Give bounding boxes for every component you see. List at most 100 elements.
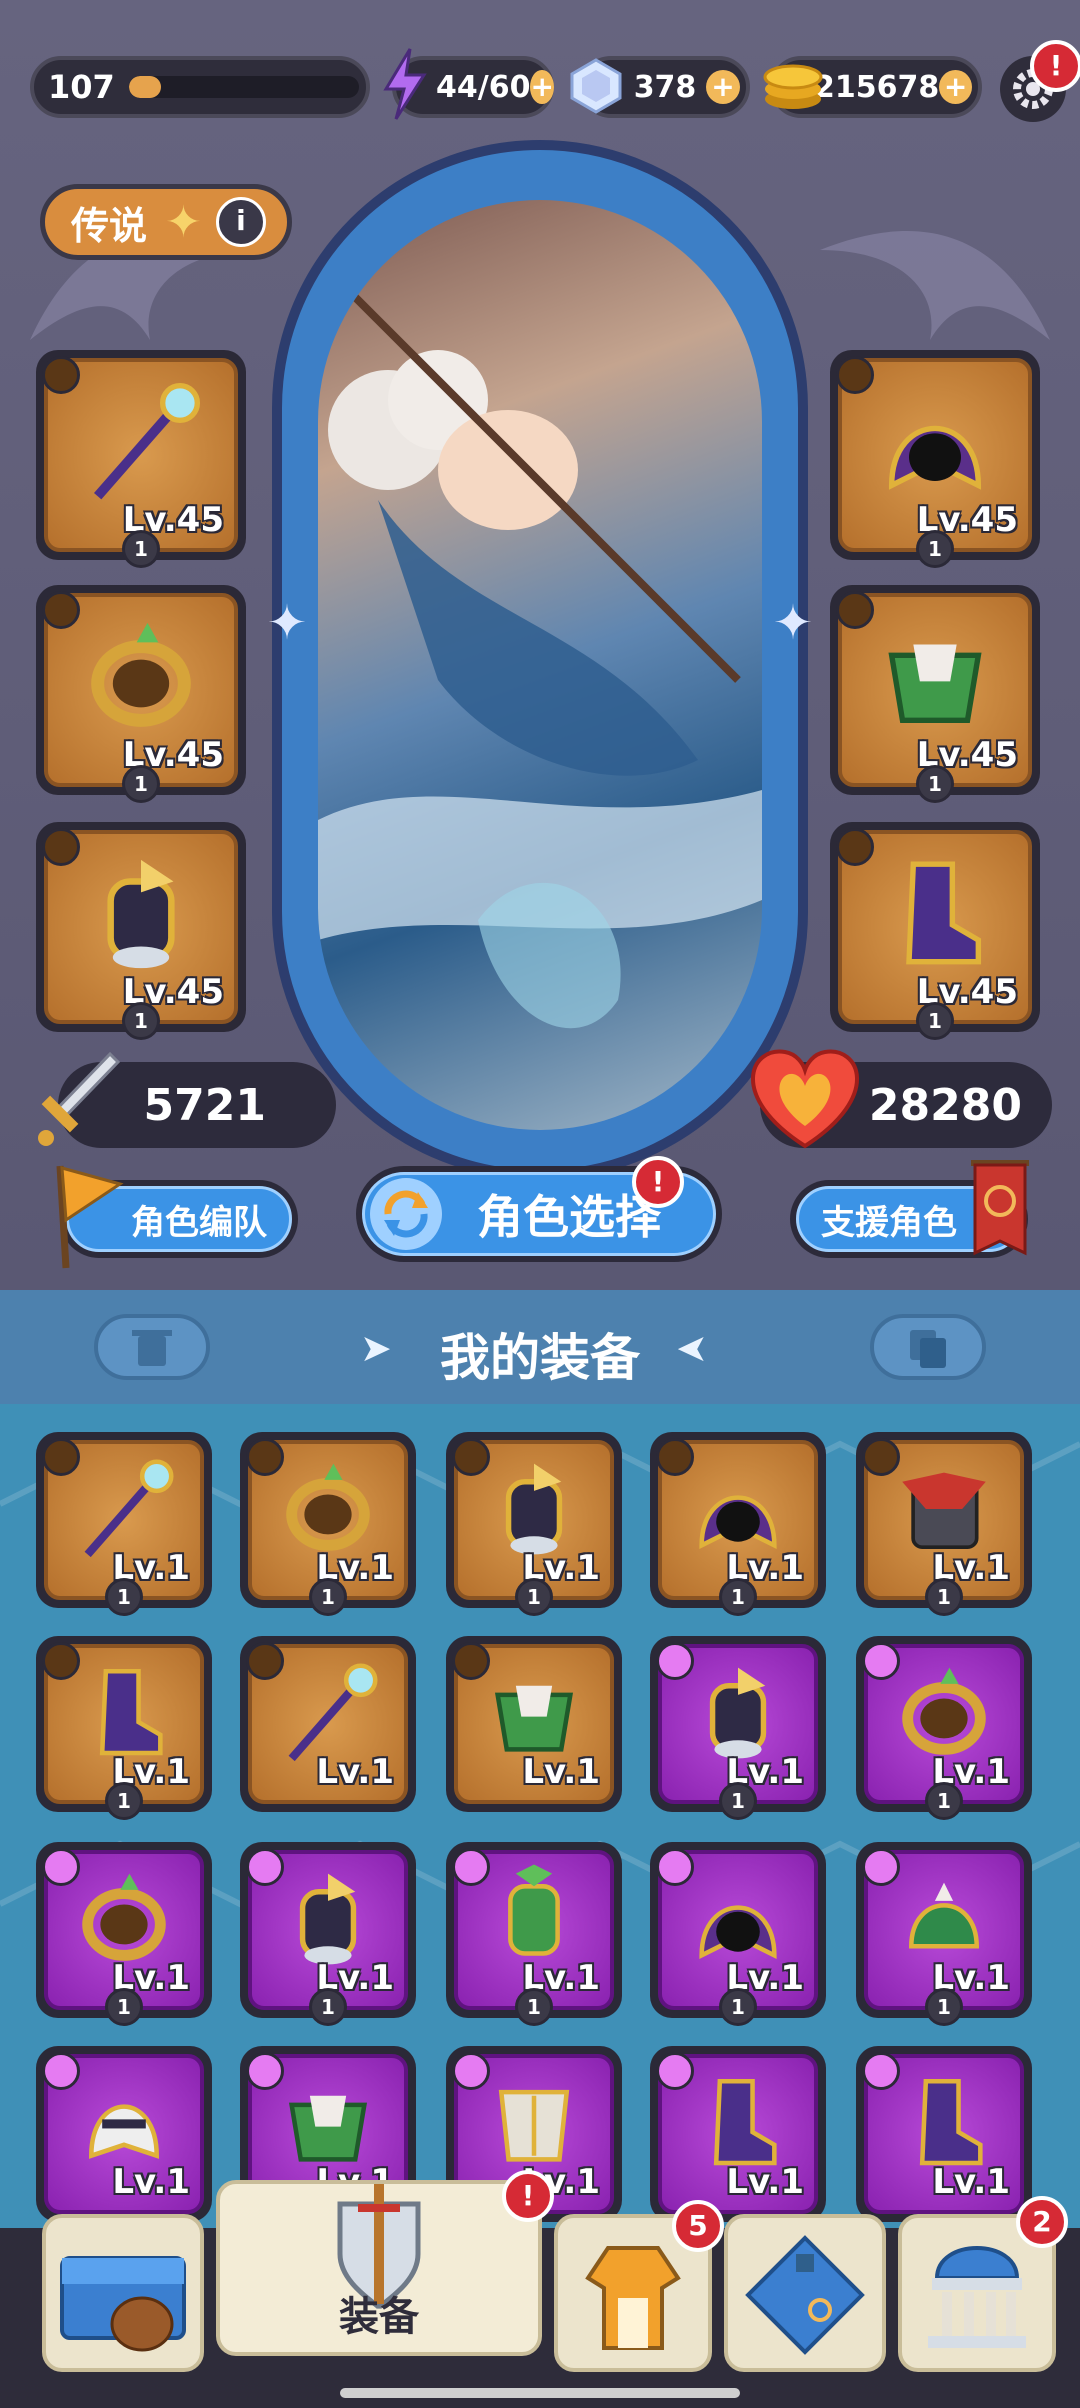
equipment-slot-frame: Lv.1 1	[42, 1642, 204, 1820]
gem-plus-button[interactable]: +	[706, 70, 740, 104]
equipment-slot[interactable]: Lv.1 1	[856, 1432, 1032, 1616]
equipment-level: Lv.1	[112, 2162, 190, 2202]
equipment-slot[interactable]: Lv.1 1	[36, 1636, 212, 1820]
nav-skill-board-button[interactable]	[724, 2214, 886, 2372]
gold-plus-button[interactable]: +	[939, 70, 972, 104]
lightning-icon	[380, 46, 430, 122]
treasure-chest-icon	[60, 2256, 186, 2352]
equipment-slot[interactable]: Lv.45 1	[830, 350, 1040, 568]
sparkle-icon: ✦	[165, 196, 202, 248]
nav-equipment-button[interactable]: 装备	[216, 2180, 542, 2356]
equipment-slot-frame: Lv.45 1	[42, 591, 238, 803]
hp-value: 28280	[868, 1079, 1022, 1131]
inventory-grid: Lv.1 1 Lv.1 1 Lv.1 1 Lv.1 1 Lv.1 1 Lv.1 …	[0, 1404, 1080, 2234]
nav-treasure-button[interactable]	[42, 2214, 204, 2372]
boot-icon	[870, 849, 1000, 983]
copy-sort-icon[interactable]	[870, 1314, 986, 1380]
equipment-count: 1	[916, 530, 954, 568]
equipment-count: 1	[122, 765, 160, 803]
level-progress-fill	[128, 76, 161, 98]
equipment-slot-frame: Lv.1 1	[452, 1438, 614, 1616]
equipment-slot[interactable]: Lv.1 1	[240, 1432, 416, 1616]
equipment-slot[interactable]: Lv.1 1	[856, 1842, 1032, 2026]
equipment-slot[interactable]: Lv.1 1	[856, 1636, 1032, 1820]
heart-hp-icon	[746, 1044, 864, 1154]
equipment-slot[interactable]: Lv.1	[650, 2046, 826, 2222]
sword-attack-icon	[32, 1050, 122, 1150]
equipment-slot[interactable]: Lv.1	[240, 1636, 416, 1812]
equipment-slot-frame: Lv.45 1	[836, 591, 1032, 803]
equipment-slot[interactable]: Lv.45 1	[36, 585, 246, 803]
equipment-count: 1	[719, 1988, 757, 2026]
wing-left-icon: ➤	[360, 1326, 392, 1370]
equipment-slot[interactable]: Lv.1 1	[650, 1432, 826, 1616]
sparkle-right-icon: ✦	[772, 595, 814, 651]
gold-coins-icon	[760, 52, 826, 118]
equipment-slot-frame: Lv.1	[862, 2052, 1024, 2214]
equipment-count: 1	[105, 1988, 143, 2026]
equipment-level: Lv.1	[726, 2162, 804, 2202]
rarity-label: 传说	[71, 203, 148, 248]
equipment-slot-frame: Lv.1 1	[862, 1848, 1024, 2026]
attack-value: 5721	[143, 1079, 266, 1131]
level-progress-track	[128, 76, 359, 98]
character-portrait[interactable]	[318, 200, 762, 1130]
equipment-count: 1	[105, 1578, 143, 1616]
equipment-count: 1	[925, 1782, 963, 1820]
equipment-slot[interactable]: Lv.45 1	[830, 585, 1040, 803]
flag-icon	[46, 1160, 126, 1270]
equipment-count: 1	[105, 1782, 143, 1820]
player-level-bar[interactable]: 107	[30, 56, 370, 118]
crystal-icon	[566, 56, 626, 116]
equipment-slot[interactable]: Lv.1	[36, 2046, 212, 2222]
equipment-slot[interactable]: Lv.1 1	[446, 1842, 622, 2026]
gold-value: 215678	[814, 69, 940, 105]
equipment-slot-frame: Lv.1 1	[862, 1642, 1024, 1820]
equipment-slot[interactable]: Lv.1 1	[650, 1842, 826, 2026]
equipment-slot[interactable]: Lv.45 1	[830, 822, 1040, 1040]
rarity-legendary-tag[interactable]: 传说 ✦ i	[40, 184, 292, 260]
wing-right-icon: ➤	[676, 1326, 708, 1370]
equipment-slot[interactable]: Lv.1 1	[240, 1842, 416, 2026]
academy-count-badge: 2	[1016, 2196, 1068, 2248]
equipment-slot[interactable]: Lv.45 1	[36, 350, 246, 568]
equipment-slot-frame: Lv.1	[656, 2052, 818, 2214]
energy-plus-button[interactable]: +	[530, 70, 554, 104]
equipment-slot-frame: Lv.1	[42, 2052, 204, 2214]
equipment-alert-badge: !	[502, 2170, 554, 2222]
outfit-count-badge: 5	[672, 2200, 724, 2252]
equipment-slot[interactable]: Lv.1 1	[36, 1842, 212, 2026]
staff-icon	[76, 377, 206, 511]
equipment-slot[interactable]: Lv.1 1	[36, 1432, 212, 1616]
swap-cycle-icon	[370, 1178, 442, 1250]
info-icon[interactable]: i	[215, 197, 266, 247]
equipment-slot-frame: Lv.45 1	[42, 828, 238, 1040]
character-select-alert-badge: !	[632, 1156, 684, 1208]
equipment-slot[interactable]: Lv.1 1	[446, 1432, 622, 1616]
energy-value: 44/60	[436, 69, 531, 105]
equipment-slot[interactable]: Lv.1	[446, 1636, 622, 1812]
equipment-slot-frame: Lv.1 1	[42, 1848, 204, 2026]
bracer-icon	[76, 849, 206, 983]
slot-type-icon	[42, 828, 80, 866]
equipment-count: 1	[515, 1988, 553, 2026]
equipment-slot[interactable]: Lv.1 1	[650, 1636, 826, 1820]
slot-type-icon	[836, 591, 874, 629]
home-indicator[interactable]	[340, 2388, 740, 2398]
equipment-slot-frame: Lv.1 1	[656, 1848, 818, 2026]
equipment-slot[interactable]: Lv.45 1	[36, 822, 246, 1040]
equipment-level: Lv.1	[932, 2162, 1010, 2202]
equipment-count: 1	[122, 1002, 160, 1040]
hood-icon	[870, 377, 1000, 511]
sparkle-left-icon: ✦	[266, 595, 308, 651]
equipment-slot[interactable]: Lv.1	[856, 2046, 1032, 2222]
ring-icon	[76, 612, 206, 746]
slot-type-icon	[836, 356, 874, 394]
settings-alert-badge: !	[1030, 40, 1080, 92]
equipment-count: 1	[925, 1578, 963, 1616]
equipment-count: 1	[309, 1988, 347, 2026]
equipment-slot-frame: Lv.1 1	[656, 1438, 818, 1616]
equipment-level: Lv.1	[522, 1752, 600, 1792]
equipment-count: 1	[719, 1782, 757, 1820]
equipment-count: 1	[916, 765, 954, 803]
